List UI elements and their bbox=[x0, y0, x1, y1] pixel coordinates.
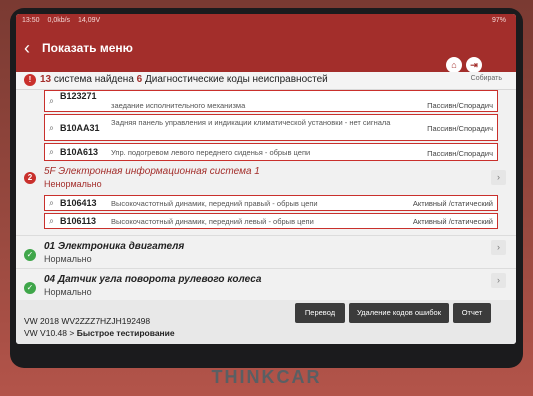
dtc-state: Пассивн/Спорадич bbox=[427, 101, 493, 110]
search-icon: ⌕ bbox=[49, 215, 55, 226]
chevron-right-icon[interactable]: › bbox=[491, 273, 506, 288]
dtc-code: B106413 bbox=[60, 198, 97, 208]
dtc-code: B10AA31 bbox=[60, 123, 100, 133]
vehicle-info: VW 2018 WV2ZZZ7HZJH192498 bbox=[24, 316, 151, 326]
top-bar: 13:50 0,0kb/s 14,09V 97% ‹ Показать меню… bbox=[16, 14, 516, 86]
translate-button[interactable]: Перевод bbox=[295, 303, 345, 323]
system-name: 04 Датчик угла поворота рулевого колеса bbox=[44, 274, 262, 285]
dtc-state: Пассивн/Спорадич bbox=[427, 124, 493, 133]
chevron-right-icon[interactable]: › bbox=[491, 170, 506, 185]
home-icon[interactable]: ⌂ bbox=[446, 57, 462, 73]
system-name: 01 Электроника двигателя bbox=[44, 241, 185, 252]
summary-text: 13 система найдена 6 Диагностические код… bbox=[40, 74, 328, 85]
system-status: Нормально bbox=[44, 254, 92, 264]
dtc-code: B123271 bbox=[60, 91, 97, 101]
device-brand-logo: THINKCAR bbox=[211, 367, 322, 387]
dtc-row[interactable]: ⌕ B123271 заедание исполнительного механ… bbox=[44, 90, 498, 112]
divider bbox=[16, 268, 516, 269]
search-icon: ⌕ bbox=[49, 122, 55, 132]
dtc-code: B10A613 bbox=[60, 147, 99, 157]
divider bbox=[16, 235, 516, 236]
search-icon: ⌕ bbox=[49, 197, 55, 208]
page-title: Показать меню bbox=[42, 41, 133, 55]
dtc-row[interactable]: ⌕ B10A613 Упр. подогревом левого передне… bbox=[44, 143, 498, 161]
system-status: Ненормально bbox=[44, 179, 102, 189]
system-row-04[interactable]: ✓ 04 Датчик угла поворота рулевого колес… bbox=[16, 270, 516, 300]
dtc-code: B106113 bbox=[60, 216, 97, 226]
dtc-state: Активный /статический bbox=[412, 217, 493, 226]
exit-icon[interactable]: ⇥ bbox=[466, 57, 482, 73]
screen: 13:50 0,0kb/s 14,09V 97% ‹ Показать меню… bbox=[16, 14, 516, 344]
software-info: VW V10.48 > Быстрое тестирование bbox=[24, 328, 175, 338]
test-mode: Быстрое тестирование bbox=[76, 328, 175, 338]
status-voltage: 14,09V bbox=[78, 17, 101, 24]
system-row-5f[interactable]: 2 5F Электронная информационная система … bbox=[16, 163, 516, 193]
status-data-rate: 0,0kb/s bbox=[47, 17, 71, 24]
report-button[interactable]: Отчет bbox=[453, 303, 491, 323]
clear-codes-button[interactable]: Удаление кодов ошибок bbox=[349, 303, 449, 323]
chevron-right-icon[interactable]: › bbox=[491, 240, 506, 255]
software-version: VW V10.48 > bbox=[24, 328, 75, 338]
dtc-description: Упр. подогревом левого переднего сиденья… bbox=[111, 148, 311, 157]
systems-count: 13 bbox=[40, 74, 52, 85]
dtc-row[interactable]: ⌕ B106413 Высокочастотный динамик, перед… bbox=[44, 195, 498, 211]
status-bar: 13:50 0,0kb/s 14,09V bbox=[22, 17, 106, 24]
system-row-01[interactable]: ✓ 01 Электроника двигателя Нормально › bbox=[16, 237, 516, 267]
check-icon: ✓ bbox=[24, 282, 36, 294]
status-battery: 97% bbox=[491, 17, 506, 24]
dtc-description: Высокочастотный динамик, передний правый… bbox=[111, 199, 318, 208]
system-status: Нормально bbox=[44, 287, 92, 297]
collect-button[interactable]: Собирать bbox=[471, 75, 502, 82]
search-icon: ⌕ bbox=[49, 146, 55, 157]
summary-row: ! 13 система найдена 6 Диагностические к… bbox=[16, 72, 516, 90]
check-icon: ✓ bbox=[24, 249, 36, 261]
codes-text: Диагностические коды неисправностей bbox=[145, 74, 328, 85]
error-badge: 2 bbox=[24, 172, 36, 184]
dtc-description: Высокочастотный динамик, передний левый … bbox=[111, 217, 314, 226]
system-name: 5F Электронная информационная система 1 bbox=[44, 166, 260, 177]
status-time: 13:50 bbox=[22, 17, 40, 24]
dtc-state: Пассивн/Спорадич bbox=[427, 149, 493, 158]
dtc-description: заедание исполнительного механизма bbox=[111, 101, 246, 110]
codes-count: 6 bbox=[136, 74, 143, 85]
dtc-description: Задняя панель управления и индикации кли… bbox=[111, 118, 391, 127]
dtc-state: Активный /статический bbox=[412, 199, 493, 208]
dtc-row[interactable]: ⌕ B10AA31 Задняя панель управления и инд… bbox=[44, 114, 498, 141]
error-icon: ! bbox=[24, 74, 36, 86]
systems-text: система найдена bbox=[53, 74, 134, 85]
dtc-row[interactable]: ⌕ B106113 Высокочастотный динамик, перед… bbox=[44, 213, 498, 229]
search-icon: ⌕ bbox=[49, 95, 55, 106]
back-arrow-icon[interactable]: ‹ bbox=[24, 39, 40, 57]
